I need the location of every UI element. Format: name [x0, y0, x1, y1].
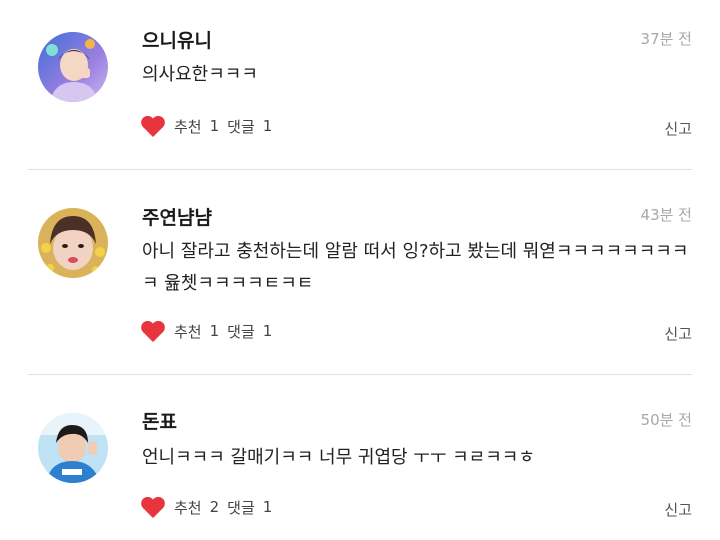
comment-text: 언니ㅋㅋㅋ 갈매기ㅋㅋ 너무 귀엽당 ㅜㅜ ㅋㄹㅋㅋㅎ: [142, 447, 535, 468]
nickname[interactable]: 돈표: [142, 407, 177, 434]
reply-count: 1: [262, 117, 273, 135]
reply-count: 1: [262, 322, 273, 340]
reply-count: 1: [262, 498, 273, 516]
like-count: 1: [209, 322, 220, 340]
divider: [28, 169, 692, 170]
heart-icon[interactable]: [140, 495, 166, 519]
report-button[interactable]: 신고: [664, 118, 692, 139]
profile-photo-icon: [38, 413, 108, 483]
timestamp: 43분 전: [640, 206, 692, 224]
nickname[interactable]: 으니유니: [142, 26, 212, 53]
timestamp: 50분 전: [640, 411, 692, 429]
reply-label[interactable]: 댓글: [227, 497, 255, 518]
comment-actions: 추천 2 댓글 1: [140, 495, 272, 519]
report-button[interactable]: 신고: [664, 499, 692, 520]
comment-text: 의사요한ㅋㅋㅋ: [142, 64, 258, 85]
like-count: 2: [209, 498, 220, 516]
profile-photo-icon: [38, 32, 108, 102]
avatar[interactable]: [38, 413, 108, 483]
timestamp: 37분 전: [640, 30, 692, 48]
heart-icon[interactable]: [140, 114, 166, 138]
divider: [28, 374, 692, 375]
avatar[interactable]: [38, 208, 108, 278]
comment-actions: 추천 1 댓글 1: [140, 319, 272, 343]
reply-label[interactable]: 댓글: [227, 116, 255, 137]
reply-label[interactable]: 댓글: [227, 321, 255, 342]
heart-icon[interactable]: [140, 319, 166, 343]
like-label[interactable]: 추천: [174, 321, 202, 342]
profile-photo-icon: [38, 208, 108, 278]
nickname[interactable]: 주연냠냠: [142, 203, 212, 230]
comment-text: 아니 잘라고 충천하는데 알람 떠서 잉?하고 봤는데 뭐엳ㅋㅋㅋㅋㅋㅋㅋㅋㅋ …: [142, 241, 689, 294]
like-label[interactable]: 추천: [174, 116, 202, 137]
like-count: 1: [209, 117, 220, 135]
report-button[interactable]: 신고: [664, 323, 692, 344]
like-label[interactable]: 추천: [174, 497, 202, 518]
avatar[interactable]: [38, 32, 108, 102]
comment-actions: 추천 1 댓글 1: [140, 114, 272, 138]
